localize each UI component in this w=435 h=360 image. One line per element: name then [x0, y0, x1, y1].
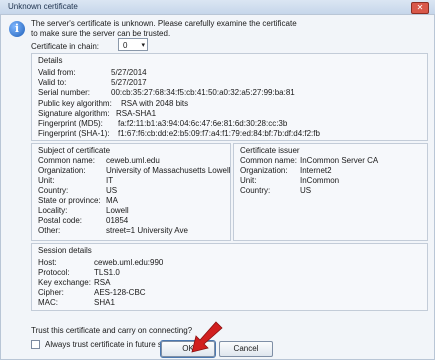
close-button[interactable]: ✕ — [411, 2, 429, 14]
session-row: Protocol: TLS1.0 — [38, 268, 120, 277]
certificate-chain-select[interactable]: 0 ▾ — [118, 38, 148, 51]
issuer-group: Certificate issuer Common name: InCommon … — [233, 143, 428, 241]
session-row: Host: ceweb.uml.edu:990 — [38, 258, 164, 267]
cancel-button[interactable]: Cancel — [219, 341, 273, 357]
session-group: Session details Host: ceweb.uml.edu:990 P… — [31, 243, 428, 311]
subject-title: Subject of certificate — [38, 146, 111, 155]
chain-value: 0 — [123, 41, 128, 50]
issuer-row: Common name: InCommon Server CA — [240, 156, 379, 165]
warning-message: The server's certificate is unknown. Ple… — [31, 19, 297, 38]
chain-label: Certificate in chain: — [31, 42, 100, 51]
chevron-down-icon: ▾ — [141, 42, 145, 49]
trust-question: Trust this certificate and carry on conn… — [31, 326, 193, 335]
subject-row: Postal code: 01854 — [38, 216, 129, 225]
session-row: Key exchange: RSA — [38, 278, 111, 287]
issuer-row: Organization: Internet2 — [240, 166, 332, 175]
details-row: Valid to: 5/27/2017 — [38, 78, 147, 87]
red-arrow-icon — [191, 321, 223, 353]
subject-row: Other: street=1 University Ave — [38, 226, 188, 235]
issuer-row: Unit: InCommon — [240, 176, 340, 185]
subject-group: Subject of certificate Common name: ceweb… — [31, 143, 231, 241]
window-title: Unknown certificate — [8, 2, 78, 11]
subject-row: Locality: Lowell — [38, 206, 129, 215]
details-row: Serial number: 00:cb:35:27:68:34:f5:cb:41… — [38, 88, 295, 97]
details-title: Details — [38, 56, 63, 65]
info-icon: i — [9, 21, 25, 37]
issuer-title: Certificate issuer — [240, 146, 300, 155]
details-row: Public key algorithm: RSA with 2048 bits — [38, 99, 189, 108]
details-row: Fingerprint (SHA-1): f1:67:f6:cb:dd:e2:b5… — [38, 129, 320, 138]
subject-row: Country: US — [38, 186, 118, 195]
dialog-body: i The server's certificate is unknown. P… — [0, 14, 435, 360]
session-row: Cipher: AES-128-CBC — [38, 288, 146, 297]
subject-row: Organization: University of Massachusetts… — [38, 166, 231, 175]
always-trust-checkbox[interactable] — [31, 340, 40, 349]
issuer-row: Country: US — [240, 186, 312, 195]
title-bar: Unknown certificate ✕ — [0, 0, 435, 15]
subject-row: Unit: IT — [38, 176, 114, 185]
details-row: Valid from: 5/27/2014 — [38, 68, 147, 77]
details-group: Details Valid from: 5/27/2014 Valid to: 5/… — [31, 53, 428, 141]
details-row: Signature algorithm: RSA-SHA1 — [38, 109, 157, 118]
session-row: MAC: SHA1 — [38, 298, 115, 307]
session-title: Session details — [38, 246, 92, 255]
subject-row: Common name: ceweb.uml.edu — [38, 156, 160, 165]
subject-row: State or province: MA — [38, 196, 118, 205]
details-row: Fingerprint (MD5): fa:f2:11:b1:a3:94:04:6… — [38, 119, 288, 128]
